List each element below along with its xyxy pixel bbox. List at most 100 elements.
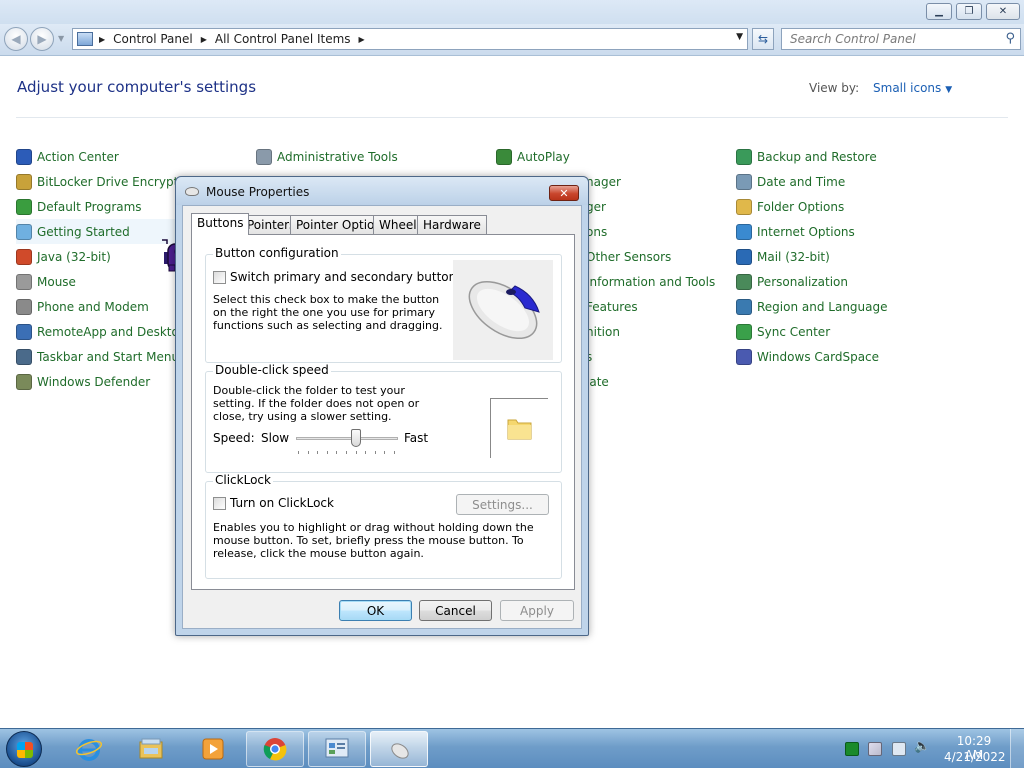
address-bar[interactable]: ▶ Control Panel ▶ All Control Panel Item… <box>72 28 748 50</box>
start-button[interactable] <box>6 731 42 767</box>
items-column-3: AutoPlay <box>496 144 726 169</box>
slider-tick <box>365 451 367 454</box>
control-panel-item-label: Java (32-bit) <box>37 249 111 264</box>
cancel-button[interactable]: Cancel <box>419 600 492 621</box>
search-icon[interactable]: ⚲ <box>1005 31 1015 46</box>
control-panel-item-partial[interactable]: ons <box>586 219 607 244</box>
restore-button[interactable]: ❐ <box>956 3 982 20</box>
button-configuration-group: Button configuration Switch primary and … <box>205 246 562 363</box>
control-panel-item[interactable]: Date and Time <box>736 169 966 194</box>
control-panel-item-partial[interactable]: Other Sensors <box>586 244 671 269</box>
personalization-icon <box>736 273 752 290</box>
control-panel-item-partial[interactable]: late <box>586 369 609 394</box>
breadcrumb-arrow-icon[interactable]: ▶ <box>201 35 207 44</box>
slow-label: Slow <box>261 431 290 445</box>
key-icon <box>16 173 32 190</box>
mouse-icon <box>16 273 32 290</box>
tab-hardware[interactable]: Hardware <box>417 215 487 234</box>
view-by-dropdown[interactable]: Small icons ▼ <box>873 81 952 95</box>
breadcrumb-control-panel[interactable]: Control Panel <box>113 32 193 46</box>
control-panel-item[interactable]: Mail (32-bit) <box>736 244 966 269</box>
items-column-4: Backup and Restore Date and Time Folder Op… <box>736 144 966 369</box>
breadcrumb-arrow-icon[interactable]: ▶ <box>359 35 365 44</box>
control-panel-item[interactable]: Windows CardSpace <box>736 344 966 369</box>
close-window-button[interactable]: ✕ <box>986 3 1020 20</box>
action-center-flag-icon[interactable] <box>868 742 882 756</box>
checkbox-box[interactable] <box>213 496 226 510</box>
speed-slider[interactable] <box>296 428 398 454</box>
chevron-down-icon: ▼ <box>945 85 953 95</box>
breadcrumb-all-items[interactable]: All Control Panel Items <box>215 32 351 46</box>
forward-button[interactable]: ▶ <box>30 27 54 51</box>
network-icon[interactable] <box>892 742 906 756</box>
taskbar-internet-explorer[interactable] <box>60 731 118 767</box>
clock-date[interactable]: 4/21/2022 <box>944 750 1006 764</box>
control-panel-item[interactable]: Personalization <box>736 269 966 294</box>
control-panel-item[interactable]: AutoPlay <box>496 144 726 169</box>
clicklock-description: Enables you to highlight or drag without… <box>213 521 534 560</box>
page-title: Adjust your computer's settings <box>17 78 257 96</box>
control-panel-item-partial[interactable]: nition <box>586 319 620 344</box>
ok-button[interactable]: OK <box>339 600 412 621</box>
back-button[interactable]: ◀ <box>4 27 28 51</box>
tray-app-icon[interactable] <box>845 742 859 756</box>
flag-icon <box>16 148 32 165</box>
control-panel-item[interactable]: Sync Center <box>736 319 966 344</box>
apply-button[interactable]: Apply <box>500 600 574 621</box>
clock-icon <box>736 173 752 190</box>
control-panel-item[interactable]: Folder Options <box>736 194 966 219</box>
taskbar-chrome[interactable] <box>246 731 304 767</box>
taskbar: 🔈 10:29 AM 4/21/2022 <box>0 728 1024 769</box>
autoplay-icon <box>496 148 512 165</box>
control-panel-item-partial[interactable]: Features <box>586 294 638 319</box>
breadcrumb-arrow-icon[interactable]: ▶ <box>99 35 105 44</box>
control-panel-item[interactable]: Internet Options <box>736 219 966 244</box>
control-panel-item-label: BitLocker Drive Encryption <box>37 174 197 189</box>
control-panel-item-label: Sync Center <box>757 324 831 339</box>
volume-icon[interactable]: 🔈 <box>914 739 930 754</box>
backup-icon <box>736 148 752 165</box>
getting-started-icon <box>16 223 32 240</box>
sync-icon <box>736 323 752 340</box>
control-panel-item[interactable]: Region and Language <box>736 294 966 319</box>
search-placeholder: Search Control Panel <box>790 32 916 46</box>
test-folder-area[interactable] <box>490 398 548 458</box>
taskbar-windows-explorer[interactable] <box>122 731 180 767</box>
button-config-description: Select this check box to make the button… <box>213 293 443 332</box>
tab-wheel[interactable]: Wheel <box>373 215 423 234</box>
mouse-properties-dialog: Mouse Properties ✕ Buttons Pointers Poin… <box>175 176 589 636</box>
checkbox-label: Turn on ClickLock <box>230 496 334 510</box>
phone-icon <box>16 298 32 315</box>
taskbar-icon <box>16 348 32 365</box>
taskbar-control-panel[interactable] <box>308 731 366 767</box>
show-desktop-button[interactable] <box>1010 729 1024 769</box>
control-panel-icon <box>325 738 349 758</box>
dialog-title-bar[interactable]: Mouse Properties ✕ <box>176 177 588 205</box>
taskbar-mouse-properties[interactable] <box>370 731 428 767</box>
minimize-button[interactable]: ▁ <box>926 3 952 20</box>
control-panel-item[interactable]: Administrative Tools <box>256 144 486 169</box>
refresh-button[interactable]: ⇆ <box>752 28 774 50</box>
cardspace-icon <box>736 348 752 365</box>
control-panel-item-partial[interactable]: Information and Tools <box>586 269 715 294</box>
slider-tick <box>307 451 309 454</box>
slider-thumb[interactable] <box>351 429 362 447</box>
slider-tick <box>346 451 347 454</box>
control-panel-icon <box>77 32 93 46</box>
tab-buttons[interactable]: Buttons <box>191 213 250 235</box>
dialog-close-button[interactable]: ✕ <box>549 185 579 201</box>
recent-pages-dropdown-icon[interactable]: ▼ <box>58 34 64 43</box>
mouse-image-icon <box>453 260 553 360</box>
dialog-title: Mouse Properties <box>206 185 310 199</box>
checkbox-box[interactable] <box>213 270 226 284</box>
search-input[interactable]: Search Control Panel ⚲ <box>781 28 1021 50</box>
taskbar-media-player[interactable] <box>184 731 242 767</box>
folder-icon[interactable] <box>505 413 535 443</box>
switch-buttons-checkbox[interactable]: Switch primary and secondary buttons <box>213 270 463 284</box>
clicklock-checkbox[interactable]: Turn on ClickLock <box>213 496 334 510</box>
control-panel-item[interactable]: Action Center <box>16 144 246 169</box>
address-dropdown-icon[interactable]: ▼ <box>736 32 743 42</box>
control-panel-item[interactable]: Backup and Restore <box>736 144 966 169</box>
control-panel-item-partial[interactable]: nager <box>586 169 621 194</box>
clicklock-settings-button[interactable]: Settings... <box>456 494 549 515</box>
